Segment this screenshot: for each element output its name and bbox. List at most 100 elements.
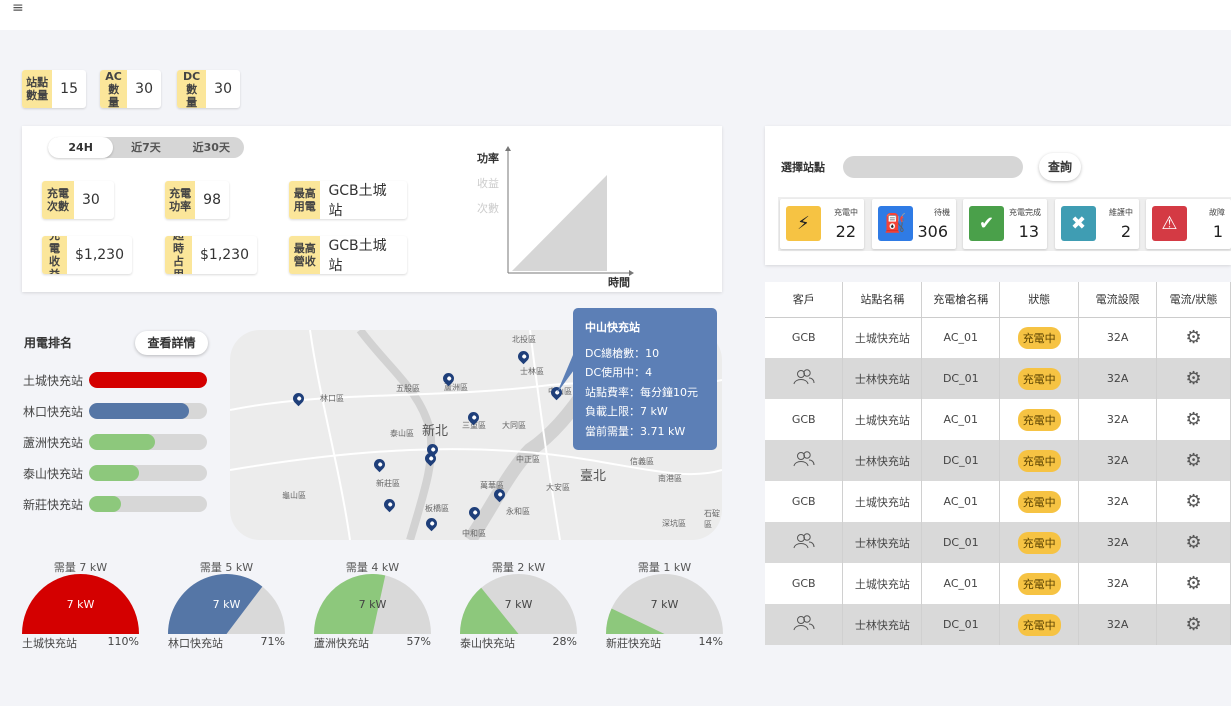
settings-cell: ⚙ — [1156, 440, 1231, 481]
station-select-input[interactable] — [843, 156, 1023, 178]
kpi-card: 充電次數 30 — [42, 181, 114, 219]
gauge-station: 蘆洲快充站 — [314, 637, 369, 650]
gun-cell: AC_01 — [921, 399, 1001, 440]
period-30d[interactable]: 近30天 — [179, 137, 244, 158]
gun-cell: DC_01 — [921, 522, 1001, 563]
settings-cell: ⚙ — [1156, 399, 1231, 440]
gun-cell: AC_01 — [921, 563, 1001, 604]
station-cell: 土城快充站 — [842, 399, 923, 440]
period-24h[interactable]: 24H — [48, 137, 114, 158]
kpi-card: 超時占用 $1,230 — [165, 236, 257, 274]
limit-cell: 32A — [1078, 522, 1158, 563]
gun-cell: DC_01 — [921, 604, 1001, 645]
gauge-footer: 泰山快充站 28% — [460, 635, 577, 651]
period-toggle[interactable]: 24H 近7天 近30天 — [48, 137, 244, 158]
map-label: 新莊區 — [376, 479, 400, 488]
ranking-bar — [89, 465, 207, 481]
station-cell: 士林快充站 — [842, 358, 923, 399]
status-badge: 充電中 — [1017, 531, 1061, 554]
gear-icon[interactable]: ⚙ — [1185, 327, 1201, 348]
status-card-4[interactable]: ⚠ 故障 1 — [1146, 199, 1231, 249]
table-row[interactable]: 士林快充站 DC_01 充電中 32A ⚙ — [765, 522, 1231, 563]
tooltip-line: DC總槍數：10 — [585, 346, 660, 360]
y-option-count[interactable]: 次數 — [477, 200, 499, 216]
kpi-label: 充電功率 — [165, 181, 196, 219]
gear-icon[interactable]: ⚙ — [1185, 491, 1201, 512]
gauge-title: 需量 5 kW — [199, 561, 254, 574]
customer-cell: GCB — [765, 563, 844, 604]
kpi-label: 超時占用 — [165, 236, 192, 274]
gear-icon[interactable]: ⚙ — [1185, 614, 1201, 635]
kpi-card: 最高營收 GCB土城站 — [289, 236, 407, 274]
column-header[interactable]: 站點名稱 — [842, 282, 923, 318]
map-label: 五股區 — [396, 384, 420, 393]
status-badge: 充電中 — [1017, 613, 1061, 636]
status-count: 2 — [1120, 222, 1131, 241]
table-row[interactable]: GCB 土城快充站 AC_01 充電中 32A ⚙ — [765, 481, 1231, 522]
group-icon — [793, 615, 815, 631]
map-label: 信義區 — [630, 457, 654, 466]
table-row[interactable]: GCB 土城快充站 AC_01 充電中 32A ⚙ — [765, 399, 1231, 440]
top-bar — [0, 0, 1231, 30]
query-button[interactable]: 查詢 — [1039, 153, 1081, 181]
charger-table: 客戶 站點名稱 充電槍名稱 狀態 電流設限 電流/狀態 GCB 土城快充站 AC_01 充… — [765, 282, 1231, 645]
gauge-percent: 71% — [260, 635, 285, 648]
ranking-bar-fill — [89, 496, 121, 512]
status-card-2[interactable]: ✔ 充電完成 13 — [963, 199, 1047, 249]
gear-icon[interactable]: ⚙ — [1185, 368, 1201, 389]
y-option-power[interactable]: 功率 — [477, 150, 499, 166]
ranking-bar-fill — [89, 372, 207, 388]
column-header[interactable]: 狀態 — [999, 282, 1080, 318]
chart-area — [512, 175, 607, 271]
gauge-percent: 28% — [552, 635, 577, 648]
station-cell: 士林快充站 — [842, 440, 923, 481]
table-row[interactable]: 士林快充站 DC_01 充電中 32A ⚙ — [765, 440, 1231, 481]
gauge-title: 需量 7 kW — [53, 561, 108, 574]
status-badge: 充電中 — [1017, 367, 1061, 390]
status-card-3[interactable]: ✖ 維護中 2 — [1055, 199, 1139, 249]
customer-cell — [765, 440, 844, 481]
summary-value: 30 — [135, 81, 153, 97]
status-badge: 充電中 — [1017, 326, 1061, 349]
ranking-bar — [89, 403, 207, 419]
table-row[interactable]: GCB 土城快充站 AC_01 充電中 32A ⚙ — [765, 563, 1231, 604]
kpi-label: 充電收益 — [42, 236, 67, 274]
gun-cell: DC_01 — [921, 358, 1001, 399]
map-label: 石碇區 — [704, 509, 720, 529]
view-details-button[interactable]: 查看詳情 — [135, 331, 208, 355]
gear-icon[interactable]: ⚙ — [1185, 450, 1201, 471]
menu-icon[interactable]: ≡ — [12, 0, 24, 16]
status-card-1[interactable]: ⛽ 待機 306 — [872, 199, 956, 249]
y-option-revenue[interactable]: 收益 — [477, 175, 499, 191]
status-card-0[interactable]: ⚡ 充電中 22 — [780, 199, 864, 249]
map-label: 泰山區 — [390, 429, 414, 438]
status-cell: 充電中 — [999, 604, 1080, 645]
map-label: 大安區 — [546, 483, 570, 492]
gauge-center-value: 7 kW — [504, 598, 533, 611]
gauge-title: 需量 2 kW — [491, 561, 546, 574]
kpi-value: 98 — [203, 192, 221, 208]
gauge-station: 泰山快充站 — [460, 637, 515, 650]
summary-label: AC數量 — [100, 70, 128, 108]
table-row[interactable]: GCB 土城快充站 AC_01 充電中 32A ⚙ — [765, 317, 1231, 358]
summary-label: 站點數量 — [22, 70, 53, 108]
table-row[interactable]: 士林快充站 DC_01 充電中 32A ⚙ — [765, 358, 1231, 399]
column-header[interactable]: 客戶 — [765, 282, 844, 318]
gear-icon[interactable]: ⚙ — [1185, 409, 1201, 430]
column-header[interactable]: 充電槍名稱 — [921, 282, 1001, 318]
kpi-card: 充電功率 98 — [165, 181, 229, 219]
table-row[interactable]: 士林快充站 DC_01 充電中 32A ⚙ — [765, 604, 1231, 645]
customer-name: GCB — [791, 331, 816, 345]
status-cell: 充電中 — [999, 563, 1080, 604]
column-header[interactable]: 電流/狀態 — [1156, 282, 1231, 318]
kpi-card: 充電收益 $1,230 — [42, 236, 132, 274]
gear-icon[interactable]: ⚙ — [1185, 532, 1201, 553]
column-header[interactable]: 電流設限 — [1078, 282, 1158, 318]
summary-dc: DC數量 30 — [177, 70, 240, 108]
gauge-percent: 57% — [406, 635, 431, 648]
gauge-title: 需量 1 kW — [637, 561, 692, 574]
gear-icon[interactable]: ⚙ — [1185, 573, 1201, 594]
limit-cell: 32A — [1078, 481, 1158, 522]
period-7d[interactable]: 近7天 — [113, 137, 178, 158]
gauge-footer: 土城快充站 110% — [22, 635, 139, 651]
